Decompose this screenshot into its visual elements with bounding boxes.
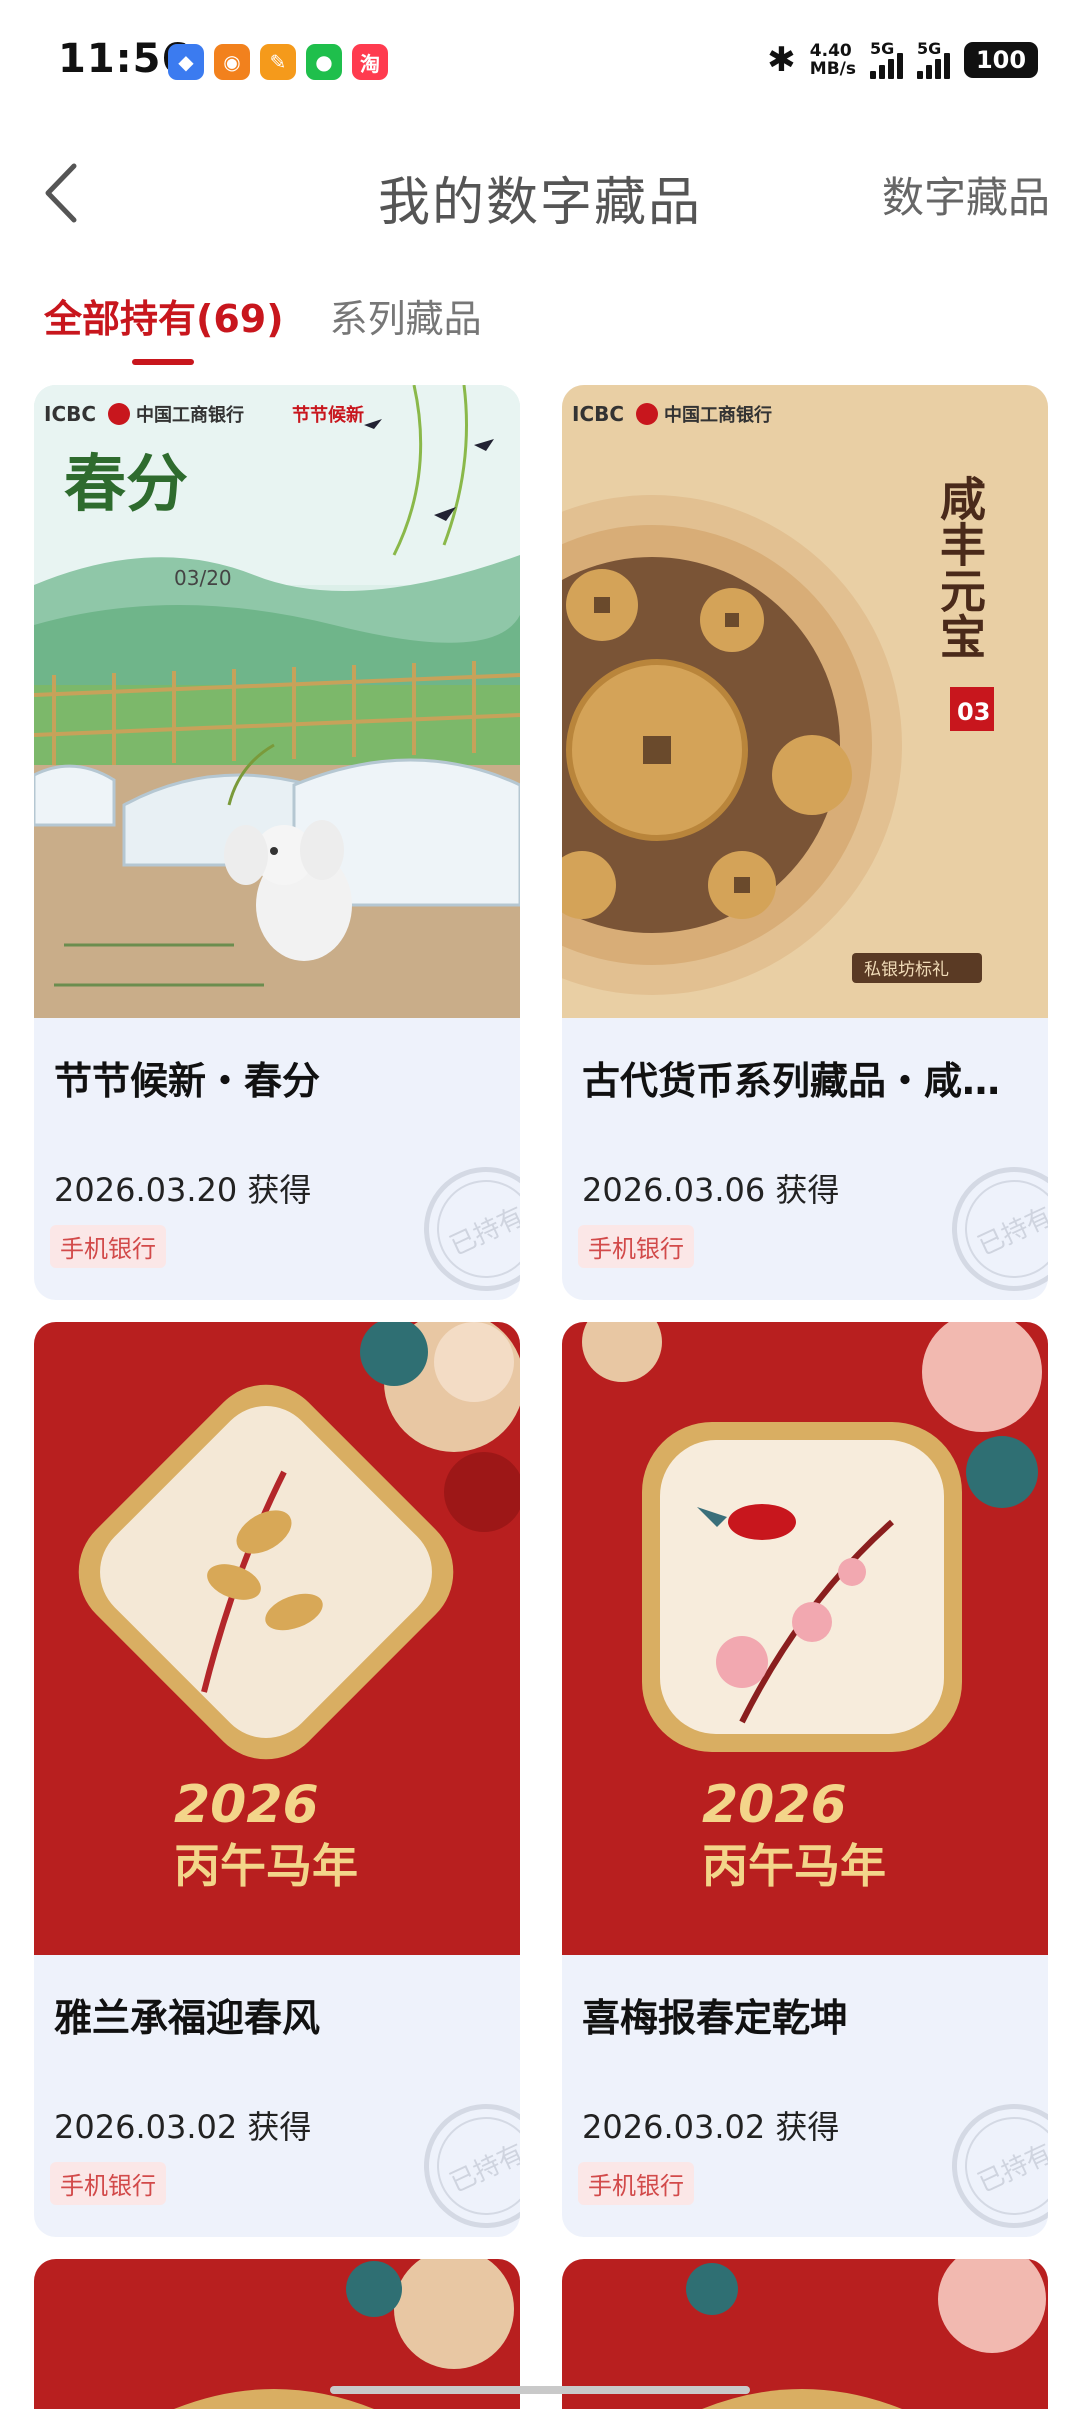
- card-date: 2026.03.06 获得: [582, 1171, 840, 1209]
- sim2-label: 5G: [917, 39, 942, 58]
- notification-icons: ◆ ◉ ✎ ● 淘: [168, 44, 388, 80]
- taobao-icon: 淘: [352, 44, 388, 80]
- app-icon-orange: ◉: [214, 44, 250, 80]
- coin-note-text: 私银坊标礼: [864, 960, 949, 980]
- collection-card[interactable]: ICBC 中国工商银行 节节候新 春分 03/20 节节候新・春分 2026.0…: [34, 385, 520, 1300]
- year-2026-text: 2026: [174, 1775, 319, 1835]
- source-badge: 手机银行: [50, 2162, 166, 2205]
- source-badge: 手机银行: [578, 2162, 694, 2205]
- collection-card[interactable]: 2026 丙午马年 喜梅报春定乾坤 2026.03.02 获得 手机银行 已持有: [562, 1322, 1048, 2237]
- status-bar: 11:56 ◆ ◉ ✎ ● 淘 ✱ 4.40 MB/s 5G 5G 100: [0, 0, 1080, 120]
- wechat-icon: ●: [306, 44, 342, 80]
- tab-all-holdings[interactable]: 全部持有(69): [44, 288, 284, 365]
- icbc-logo-text: ICBC: [44, 402, 96, 426]
- owned-stamp: 已持有: [403, 2083, 520, 2237]
- battery-icon: 100: [964, 42, 1038, 78]
- card-title: 古代货币系列藏品・咸…: [582, 1059, 1001, 1103]
- bluetooth-icon: ✱: [767, 40, 796, 80]
- horse-year-text: 丙午马年: [174, 1839, 358, 1893]
- coin-title-calligraphy: 咸丰元宝: [933, 475, 987, 659]
- signal-icon-2: 5G: [917, 39, 950, 79]
- card-title: 喜梅报春定乾坤: [582, 1996, 849, 2040]
- year-2026-text: 2026: [702, 1775, 847, 1835]
- card-title: 雅兰承福迎春风: [54, 1996, 321, 2040]
- collection-image: ICBC 中国工商银行 咸丰元宝 03 私银坊标礼: [562, 385, 1048, 1018]
- speed-unit: MB/s: [809, 59, 856, 79]
- tab-bar: 全部持有(69) 系列藏品: [44, 288, 482, 365]
- source-badge: 手机银行: [50, 1225, 166, 1268]
- app-icon-orange2: ✎: [260, 44, 296, 80]
- source-badge: 手机银行: [578, 1225, 694, 1268]
- owned-stamp: 已持有: [403, 1146, 520, 1300]
- card-title: 节节候新・春分: [54, 1059, 321, 1103]
- bank-name-text: 中国工商银行: [664, 404, 772, 426]
- nav-header: 我的数字藏品 数字藏品: [0, 130, 1080, 250]
- home-indicator[interactable]: [330, 2386, 750, 2394]
- digital-collections-link[interactable]: 数字藏品: [882, 164, 1050, 225]
- card-date: 2026.03.02 获得: [582, 2108, 840, 2146]
- tab-all-holdings-label: 全部持有(69): [44, 297, 284, 341]
- bank-name-text: 中国工商银行: [136, 404, 244, 426]
- network-speed: 4.40 MB/s: [810, 42, 856, 78]
- card-date: 2026.03.02 获得: [54, 2108, 312, 2146]
- chunfen-calligraphy: 春分: [64, 447, 188, 520]
- active-tab-indicator: [132, 359, 194, 365]
- collection-card[interactable]: ICBC 中国工商银行 咸丰元宝 03 私银坊标礼 古代货币系列藏品・咸… 20…: [562, 385, 1048, 1300]
- chunfen-date-text: 03/20: [174, 566, 232, 590]
- collection-image: 2026 丙午马年: [562, 1322, 1048, 1955]
- collection-image: ICBC 中国工商银行 节节候新 春分 03/20: [34, 385, 520, 1018]
- icbc-logo-text: ICBC: [572, 402, 624, 426]
- collection-image: 2026 丙午马年: [34, 1322, 520, 1955]
- app-icon-blue: ◆: [168, 44, 204, 80]
- signal-icon-1: 5G: [870, 39, 903, 79]
- sim1-label: 5G: [870, 39, 895, 58]
- owned-stamp: 已持有: [931, 1146, 1048, 1300]
- speed-value: 4.40: [809, 41, 852, 61]
- coin-month-text: 03: [957, 698, 990, 726]
- card-date: 2026.03.20 获得: [54, 1171, 312, 1209]
- tab-series-collections[interactable]: 系列藏品: [330, 288, 482, 343]
- tab-series-label: 系列藏品: [329, 297, 482, 341]
- collection-card[interactable]: 2026 丙午马年 雅兰承福迎春风 2026.03.02 获得 手机银行 已持有: [34, 1322, 520, 2237]
- horse-year-text: 丙午马年: [702, 1839, 886, 1893]
- owned-stamp: 已持有: [931, 2083, 1048, 2237]
- jieqi-text: 节节候新: [292, 404, 364, 426]
